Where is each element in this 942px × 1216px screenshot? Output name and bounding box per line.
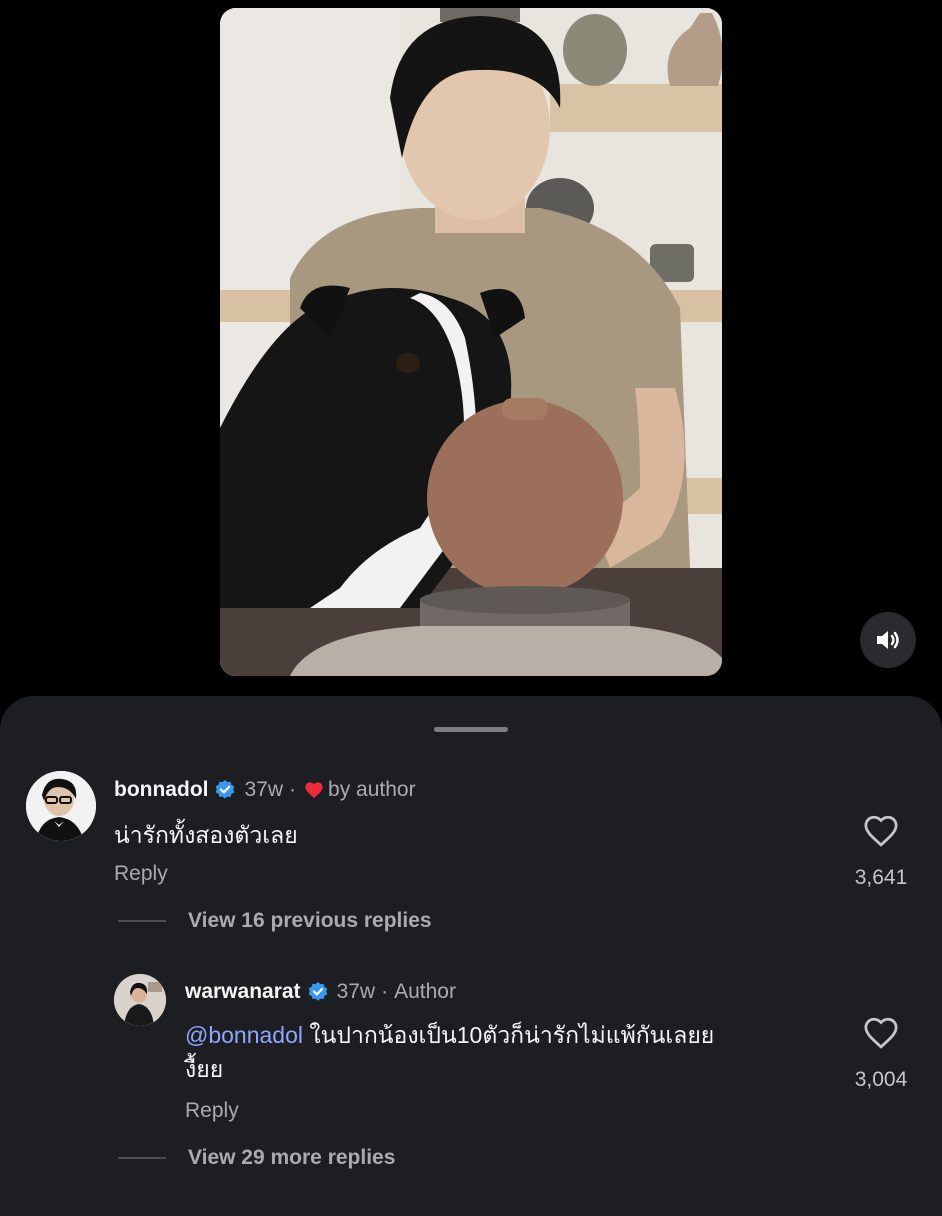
comment-text-line2: งื้ยย — [185, 1056, 224, 1082]
view-replies-label: View 29 more replies — [188, 1146, 396, 1169]
like-heart-icon[interactable] — [862, 1016, 900, 1050]
verified-badge-icon — [216, 779, 235, 799]
avatar-image — [114, 974, 166, 1026]
comment-text: @bonnadol ในปากน้องเป็น10ตัวก็น่ารักไม่แ… — [185, 1018, 805, 1086]
view-previous-replies-button[interactable]: View 16 previous replies — [118, 909, 432, 933]
comment-header: bonnadol 37w · by author — [114, 778, 416, 802]
reply-button[interactable]: Reply — [114, 862, 168, 886]
reply-button[interactable]: Reply — [185, 1099, 239, 1123]
comment-username[interactable]: bonnadol — [114, 778, 208, 802]
comment-time: 37w — [244, 778, 284, 801]
thread-line — [118, 1157, 166, 1159]
comment-header: warwanarat 37w · Author — [185, 980, 456, 1004]
speaker-icon — [877, 631, 899, 649]
like-count: 3,641 — [854, 866, 908, 889]
verified-badge-icon — [308, 981, 327, 1001]
meta-separator: · — [289, 778, 297, 801]
comment-time: 37w — [336, 980, 376, 1003]
avatar[interactable] — [26, 771, 96, 841]
video-frame-image — [220, 8, 722, 676]
video-player[interactable] — [220, 8, 722, 676]
author-badge: Author — [394, 980, 456, 1003]
comment-username[interactable]: warwanarat — [185, 980, 301, 1004]
mute-toggle-button[interactable] — [860, 612, 916, 668]
mention-link[interactable]: @bonnadol — [185, 1022, 303, 1048]
comment-text: น่ารักทั้งสองตัวเลย — [114, 822, 298, 848]
avatar[interactable] — [114, 974, 166, 1026]
meta-separator: · — [381, 980, 389, 1003]
like-count: 3,004 — [854, 1068, 908, 1091]
comment-text-line1: ในปากน้องเป็น10ตัวก็น่ารักไม่แพ้กันเลยย — [309, 1022, 715, 1048]
avatar-image — [26, 771, 96, 841]
view-more-replies-button[interactable]: View 29 more replies — [118, 1146, 395, 1170]
sheet-grabber-handle[interactable] — [434, 727, 508, 732]
by-author-badge: by author — [328, 778, 416, 801]
liked-by-author-heart-icon — [305, 782, 323, 799]
thread-line — [118, 920, 166, 922]
like-heart-icon[interactable] — [862, 814, 900, 848]
view-replies-label: View 16 previous replies — [188, 909, 432, 932]
comments-sheet: bonnadol 37w · by author น่ารักทั้งสองตั… — [0, 696, 942, 1216]
